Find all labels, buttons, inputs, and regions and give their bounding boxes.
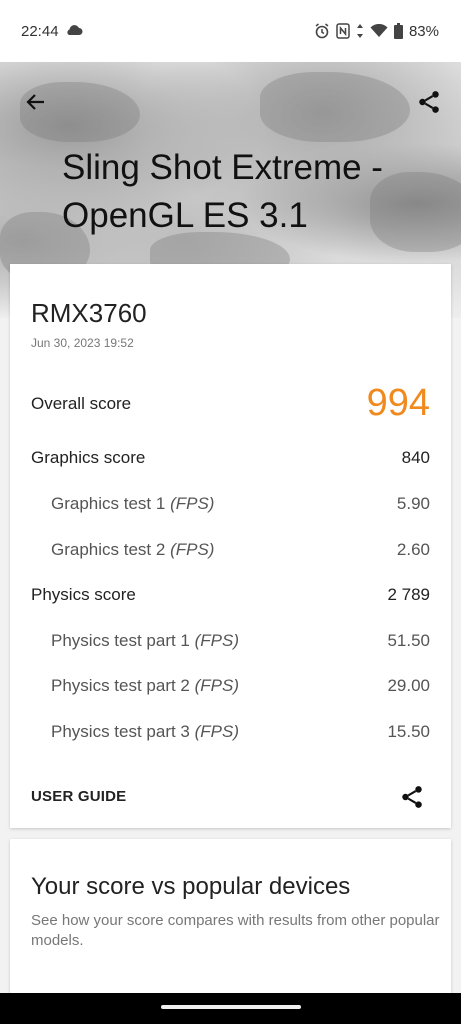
physics-test-2-unit: (FPS) bbox=[194, 676, 240, 695]
result-card: RMX3760 Jun 30, 2023 19:52 Overall score… bbox=[10, 264, 451, 828]
user-guide-button[interactable]: USER GUIDE bbox=[31, 788, 126, 805]
alarm-icon bbox=[314, 23, 330, 39]
status-time: 22:44 bbox=[21, 22, 59, 40]
graphics-test-1-unit: (FPS) bbox=[170, 494, 215, 513]
share-button[interactable] bbox=[411, 84, 447, 120]
data-arrows-icon bbox=[356, 23, 364, 39]
compare-card: Your score vs popular devices See how yo… bbox=[10, 839, 451, 1009]
wifi-icon bbox=[370, 24, 388, 38]
overall-score-label: Overall score bbox=[31, 393, 132, 413]
battery-percent: 83% bbox=[408, 22, 439, 40]
graphics-test-1-value: 5.90 bbox=[396, 494, 430, 513]
status-bar: 22:44 83% bbox=[0, 0, 461, 62]
cloud-icon bbox=[65, 23, 83, 40]
nfc-icon bbox=[336, 23, 350, 39]
overall-score-value: 994 bbox=[366, 382, 430, 424]
overall-score-row: Overall score 994 bbox=[31, 382, 430, 425]
physics-test-3-label: Physics test part 3 bbox=[51, 722, 190, 741]
physics-test-3-value: 15.50 bbox=[387, 722, 430, 741]
physics-test-1-unit: (FPS) bbox=[194, 631, 240, 650]
physics-test-2-label: Physics test part 2 bbox=[51, 676, 190, 695]
back-button[interactable] bbox=[18, 84, 54, 120]
physics-test-1-value: 51.50 bbox=[387, 631, 430, 650]
physics-score-row: Physics score 2 789 bbox=[31, 585, 430, 605]
physics-test-1-label: Physics test part 1 bbox=[51, 631, 190, 650]
graphics-test-2-value: 2.60 bbox=[396, 540, 430, 559]
arrow-left-icon bbox=[26, 94, 44, 110]
share-icon bbox=[402, 786, 422, 808]
navigation-bar bbox=[0, 993, 461, 1024]
compare-description: See how your score compares with results… bbox=[31, 912, 440, 949]
graphics-test-1-row: Graphics test 1 (FPS) 5.90 bbox=[51, 494, 430, 514]
graphics-test-2-label: Graphics test 2 bbox=[51, 540, 166, 559]
home-gesture-handle[interactable] bbox=[161, 1005, 301, 1009]
graphics-score-label: Graphics score bbox=[31, 448, 146, 467]
physics-score-label: Physics score bbox=[31, 585, 136, 604]
physics-score-value: 2 789 bbox=[387, 585, 430, 604]
device-name: RMX3760 bbox=[31, 298, 147, 328]
physics-test-3-unit: (FPS) bbox=[194, 722, 240, 741]
share-icon bbox=[419, 91, 439, 113]
graphics-test-2-unit: (FPS) bbox=[170, 540, 215, 559]
graphics-test-2-row: Graphics test 2 (FPS) 2.60 bbox=[51, 540, 430, 560]
graphics-score-row: Graphics score 840 bbox=[31, 448, 430, 468]
physics-test-1-row: Physics test part 1 (FPS) 51.50 bbox=[51, 631, 430, 651]
result-date: Jun 30, 2023 19:52 bbox=[31, 336, 134, 350]
share-result-button[interactable] bbox=[397, 782, 427, 812]
graphics-score-value: 840 bbox=[401, 448, 430, 467]
graphics-test-1-label: Graphics test 1 bbox=[51, 494, 166, 513]
physics-test-2-value: 29.00 bbox=[387, 676, 430, 695]
physics-test-3-row: Physics test part 3 (FPS) 15.50 bbox=[51, 722, 430, 742]
page-title: Sling Shot Extreme - OpenGL ES 3.1 bbox=[62, 148, 383, 235]
compare-title: Your score vs popular devices bbox=[31, 873, 351, 900]
battery-icon bbox=[393, 23, 403, 39]
physics-test-2-row: Physics test part 2 (FPS) 29.00 bbox=[51, 676, 430, 696]
